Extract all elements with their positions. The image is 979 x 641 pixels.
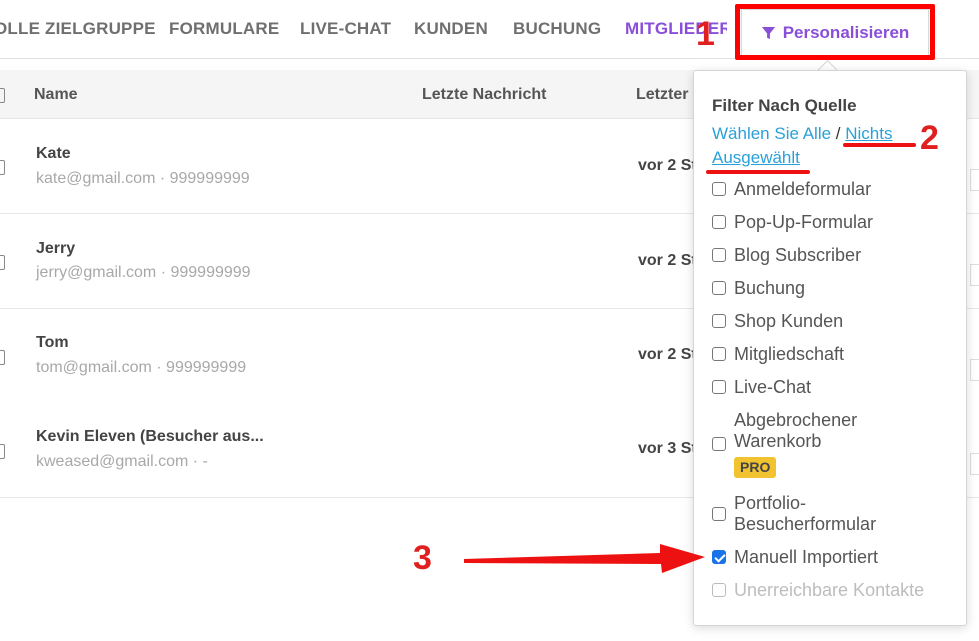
row-checkbox[interactable] — [0, 444, 5, 459]
option-label: Manuell Importiert — [734, 547, 879, 567]
option-label: Unerreichbare Kontakte — [734, 580, 925, 600]
filter-option-anmeldeformular[interactable]: Anmeldeformular — [712, 179, 871, 200]
tab-buchung[interactable]: BUCHUNG — [513, 19, 601, 39]
select-none-link[interactable]: Nichts — [845, 124, 892, 143]
option-checkbox[interactable] — [712, 281, 726, 295]
select-all-link[interactable]: Wählen Sie Alle — [712, 124, 831, 143]
contact-last-activity: vor 2 St — [638, 157, 697, 174]
contact-last-activity: vor 2 St — [638, 252, 697, 269]
filter-option-portfolio[interactable]: Portfolio-Besucherformular — [712, 493, 899, 535]
annotation-arrow-icon — [464, 544, 705, 573]
option-checkbox[interactable] — [712, 437, 726, 451]
column-last-message[interactable]: Letzte Nachricht — [422, 86, 546, 104]
filter-title: Filter Nach Quelle — [712, 96, 857, 115]
option-label: Buchung — [734, 278, 806, 298]
link-separator: / — [831, 124, 846, 143]
option-checkbox[interactable] — [712, 182, 726, 196]
annotation-number-3: 3 — [413, 539, 432, 577]
contact-name: Kate — [36, 145, 71, 162]
tab-zielgruppe[interactable]: OLLE ZIELGRUPPE — [0, 19, 156, 39]
option-label: Pop-Up-Formular — [734, 212, 874, 232]
option-checkbox-disabled — [712, 583, 726, 597]
contact-last-activity: vor 3 St — [638, 440, 697, 457]
row-checkbox[interactable] — [0, 160, 5, 175]
tab-kunden[interactable]: KUNDEN — [414, 19, 488, 39]
contact-details: kate@gmail.com · 999999999 — [36, 170, 250, 187]
filter-option-buchung[interactable]: Buchung — [712, 278, 805, 299]
option-label: Anmeldeformular — [734, 179, 872, 199]
option-checkbox[interactable] — [712, 248, 726, 262]
column-name[interactable]: Name — [34, 86, 78, 104]
option-label: Portfolio-Besucherformular — [734, 493, 877, 534]
filter-option-warenkorb[interactable]: Abgebrochener Warenkorb PRO — [712, 410, 894, 478]
filter-option-live-chat[interactable]: Live-Chat — [712, 377, 811, 398]
contact-details: tom@gmail.com · 999999999 — [36, 359, 247, 376]
option-checkbox[interactable] — [712, 347, 726, 361]
contact-details: jerry@gmail.com · 999999999 — [36, 264, 251, 281]
option-checkbox[interactable] — [712, 507, 726, 521]
annotation-underline — [843, 143, 916, 147]
contact-name: Kevin Eleven (Besucher aus... — [36, 428, 264, 445]
contact-name: Tom — [36, 334, 69, 351]
row-action-edge[interactable] — [970, 359, 979, 381]
option-checkbox[interactable] — [712, 380, 726, 394]
option-label: Live-Chat — [734, 377, 812, 397]
option-label: Blog Subscriber — [734, 245, 862, 265]
row-action-edge[interactable] — [970, 264, 979, 286]
row-checkbox[interactable] — [0, 350, 5, 365]
select-none-link-cont[interactable]: Ausgewählt — [712, 148, 800, 167]
filter-option-popup[interactable]: Pop-Up-Formular — [712, 212, 873, 233]
contact-name: Jerry — [36, 240, 76, 257]
option-label: Abgebrochener Warenkorb — [734, 410, 858, 451]
annotation-box — [735, 4, 935, 60]
filter-option-blog[interactable]: Blog Subscriber — [712, 245, 861, 266]
option-checkbox[interactable] — [712, 314, 726, 328]
contact-details: kweased@gmail.com · - — [36, 453, 208, 470]
select-all-checkbox[interactable] — [0, 88, 5, 103]
filter-option-shop[interactable]: Shop Kunden — [712, 311, 843, 332]
filter-option-mitgliedschaft[interactable]: Mitgliedschaft — [712, 344, 844, 365]
annotation-underline — [706, 170, 810, 174]
column-last-activity[interactable]: Letzter — [636, 86, 688, 104]
option-checkbox-checked[interactable] — [712, 550, 726, 564]
filter-option-unerreichbar: Unerreichbare Kontakte — [712, 580, 924, 601]
pro-badge: PRO — [734, 457, 777, 478]
option-label-wrap: Abgebrochener Warenkorb PRO — [734, 410, 894, 478]
annotation-number-1: 1 — [696, 15, 715, 53]
contact-last-activity: vor 2 St — [638, 346, 697, 363]
tab-live-chat[interactable]: LIVE-CHAT — [300, 19, 391, 39]
row-checkbox[interactable] — [0, 255, 5, 270]
row-action-edge[interactable] — [970, 169, 979, 191]
row-action-edge[interactable] — [970, 453, 979, 475]
option-label: Shop Kunden — [734, 311, 844, 331]
filter-option-manuell[interactable]: Manuell Importiert — [712, 547, 878, 568]
tab-formulare[interactable]: FORMULARE — [169, 19, 279, 39]
annotation-number-2: 2 — [920, 119, 939, 157]
option-checkbox[interactable] — [712, 215, 726, 229]
option-label: Mitgliedschaft — [734, 344, 845, 364]
